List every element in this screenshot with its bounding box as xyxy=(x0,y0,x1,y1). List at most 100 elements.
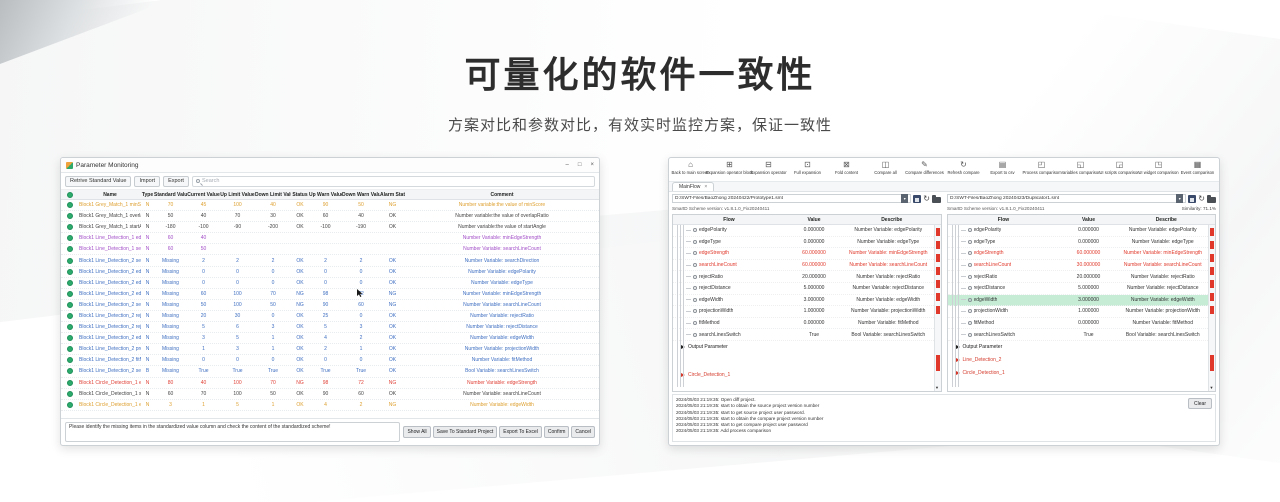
column-header[interactable]: Type xyxy=(141,192,154,198)
column-header[interactable]: Flow xyxy=(673,217,785,223)
table-row[interactable]: Block1 Line_Detection_2 edgeWidth N Miss… xyxy=(61,333,599,344)
refresh-icon[interactable]: ↻ xyxy=(923,195,930,203)
table-row[interactable]: Block1 Line_Detection_2 rejectDistance N… xyxy=(61,322,599,333)
table-row[interactable]: Block1 Circle_Detection_1 edgeWidth N 3 … xyxy=(61,400,599,411)
tree-node[interactable]: Output Parameter xyxy=(948,341,1209,354)
table-row[interactable]: Block1 Circle_Detection_1 edgeStrength N… xyxy=(61,378,599,389)
toolbar-item[interactable]: ⊞ Expansion operator block xyxy=(710,160,749,175)
flow-row[interactable]: rejectRatio 20.000000 Number Variable: r… xyxy=(673,271,934,283)
table-row[interactable]: Block1 Grey_Match_1 startAngle N -180 -1… xyxy=(61,222,599,233)
column-header[interactable]: Comment xyxy=(405,192,599,198)
column-header[interactable]: Standard Value xyxy=(154,192,187,198)
toolbar-icon[interactable]: ↻ xyxy=(960,160,967,169)
toolbar-icon[interactable]: ◲ xyxy=(1116,160,1124,169)
flow-row[interactable]: searchLinesSwitch True Bool Variable: se… xyxy=(948,329,1209,341)
tree-node[interactable]: Output Parameter xyxy=(673,341,934,354)
flow-row[interactable]: edgeStrength 60.000000 Number Variable: … xyxy=(673,248,934,260)
tree-node[interactable] xyxy=(673,354,934,369)
flow-row[interactable]: rejectRatio 20.000000 Number Variable: r… xyxy=(948,271,1209,283)
toolbar-item[interactable]: ◲ UI scripts comparison xyxy=(1100,160,1139,175)
column-header[interactable]: Describe xyxy=(843,217,941,223)
toolbar-item[interactable]: ⊠ Fold content xyxy=(827,160,866,175)
folder-icon[interactable] xyxy=(932,197,941,203)
tree-node[interactable]: Circle_Detection_1 xyxy=(673,369,934,382)
tab-mainflow[interactable]: MainFlow × xyxy=(672,182,714,191)
toolbar-item[interactable]: ▦ Event comparison xyxy=(1178,160,1217,175)
table-row[interactable]: Block1 Line_Detection_2 searchLinesSwitc… xyxy=(61,366,599,377)
flow-row[interactable]: projectionWidth 1.000000 Number Variable… xyxy=(673,306,934,318)
compare-path-field[interactable]: D:/SWT-Files/BaoZhong 20240423/Duplicato… xyxy=(947,194,1186,203)
table-row[interactable]: Block1 Line_Detection_2 edgeStrength N M… xyxy=(61,289,599,300)
column-header[interactable]: Down Limit Value xyxy=(255,192,291,198)
column-header[interactable]: Value xyxy=(785,217,843,223)
toolbar-icon[interactable]: ◱ xyxy=(1077,160,1085,169)
tree-node[interactable]: Circle_Detection_1 xyxy=(948,367,1209,380)
flow-row[interactable]: edgeWidth 3.000000 Number Variable: edge… xyxy=(673,295,934,307)
toolbar-item[interactable]: ◱ Variables comparison xyxy=(1061,160,1100,175)
table-row[interactable]: Block1 Grey_Match_1 overlapRatio N 50 40… xyxy=(61,211,599,222)
column-header[interactable]: Status xyxy=(291,192,309,198)
footer-button[interactable]: Confirm xyxy=(544,426,570,438)
chevron-down-icon[interactable]: ▾ xyxy=(1176,194,1183,203)
export-button[interactable]: Export xyxy=(163,176,189,187)
toolbar-item[interactable]: ⌂ Back to main screen xyxy=(671,160,710,175)
table-row[interactable]: Block1 Line_Detection_2 edgeType N Missi… xyxy=(61,278,599,289)
chevron-down-icon[interactable]: ▾ xyxy=(901,194,908,203)
tree-node[interactable]: Line_Detection_2 xyxy=(948,354,1209,367)
toolbar-icon[interactable]: ✎ xyxy=(921,160,928,169)
flow-row[interactable]: edgeStrength 60.000000 Number Variable: … xyxy=(948,248,1209,260)
toolbar-item[interactable]: ⊟ Expansion operator xyxy=(749,160,788,175)
folder-icon[interactable] xyxy=(1207,197,1216,203)
search-box[interactable] xyxy=(192,176,595,187)
toolbar-icon[interactable]: ⌂ xyxy=(688,160,693,169)
save-icon[interactable] xyxy=(1188,195,1196,203)
retrieve-standard-value-button[interactable]: Retrive Standard Value xyxy=(65,176,131,187)
scrollbar[interactable] xyxy=(934,225,941,391)
toolbar-item[interactable]: ▤ Export to csv xyxy=(983,160,1022,175)
flow-row[interactable]: rejectDistance 5.000000 Number Variable:… xyxy=(673,283,934,295)
flow-row[interactable]: edgeType 0.000000 Number Variable: edgeT… xyxy=(948,237,1209,249)
footer-button[interactable]: Show All xyxy=(403,426,430,438)
flow-row[interactable]: projectionWidth 1.000000 Number Variable… xyxy=(948,306,1209,318)
flow-row[interactable]: searchLineCount 30.000000 Number Variabl… xyxy=(948,260,1209,272)
close-icon[interactable]: × xyxy=(590,162,594,168)
toolbar-item[interactable]: ◰ Process comparison xyxy=(1022,160,1061,175)
table-row[interactable]: Block1 Circle_Detection_1 searchLineCoun… xyxy=(61,389,599,400)
flow-row[interactable]: edgePolarity 0.000000 Number Variable: e… xyxy=(948,225,1209,237)
save-icon[interactable] xyxy=(913,195,921,203)
flow-row[interactable]: rejectDistance 5.000000 Number Variable:… xyxy=(948,283,1209,295)
footer-button[interactable]: Export To Excel xyxy=(499,426,542,438)
footer-button[interactable]: Save To Standard Project xyxy=(433,426,498,438)
toolbar-item[interactable]: ◳ UI widget comparison xyxy=(1139,160,1178,175)
table-row[interactable]: Block1 Line_Detection_1 searchLineCount … xyxy=(61,244,599,255)
scrollbar[interactable] xyxy=(1208,225,1215,391)
flow-row[interactable]: edgePolarity 0.000000 Number Variable: e… xyxy=(673,225,934,237)
toolbar-icon[interactable]: ▤ xyxy=(999,160,1007,169)
scroll-down-icon[interactable]: ▼ xyxy=(1208,385,1215,391)
table-row[interactable]: Block1 Line_Detection_2 searchLineCount … xyxy=(61,300,599,311)
tab-close-icon[interactable]: × xyxy=(704,184,707,190)
toolbar-icon[interactable]: ▦ xyxy=(1194,160,1202,169)
toolbar-item[interactable]: ⊡ Full expansion xyxy=(788,160,827,175)
column-header[interactable]: Flow xyxy=(948,217,1060,223)
toolbar-item[interactable]: ✎ Compare differences xyxy=(905,160,944,175)
column-header[interactable]: Down Warn Value xyxy=(342,192,380,198)
toolbar-icon[interactable]: ⊠ xyxy=(843,160,850,169)
maximize-icon[interactable]: □ xyxy=(578,162,582,168)
flow-row[interactable]: searchLineCount 60.000000 Number Variabl… xyxy=(673,260,934,272)
column-header[interactable]: Up Warn Value xyxy=(309,192,342,198)
column-header[interactable]: Current Value xyxy=(187,192,220,198)
footer-button[interactable]: Cancel xyxy=(571,426,595,438)
toolbar-item[interactable]: ↻ Refresh compare xyxy=(944,160,983,175)
table-row[interactable]: Block1 Line_Detection_1 edgeStrength N 6… xyxy=(61,233,599,244)
table-row[interactable]: Block1 Line_Detection_2 searchDirection … xyxy=(61,255,599,266)
import-button[interactable]: Import xyxy=(134,176,160,187)
table-row[interactable]: Block1 Grey_Match_1 minScore N 70 45 100… xyxy=(61,200,599,211)
toolbar-icon[interactable]: ⊡ xyxy=(804,160,811,169)
table-row[interactable]: Block1 Line_Detection_2 projectionWidth … xyxy=(61,344,599,355)
flow-row[interactable]: searchLinesSwitch True Bool Variable: se… xyxy=(673,329,934,341)
flow-row[interactable]: edgeType 0.000000 Number Variable: edgeT… xyxy=(673,237,934,249)
table-row[interactable]: Block1 Line_Detection_2 edgePolarity N M… xyxy=(61,267,599,278)
column-header[interactable]: Alarm Status xyxy=(380,192,405,198)
toolbar-icon[interactable]: ◰ xyxy=(1038,160,1046,169)
